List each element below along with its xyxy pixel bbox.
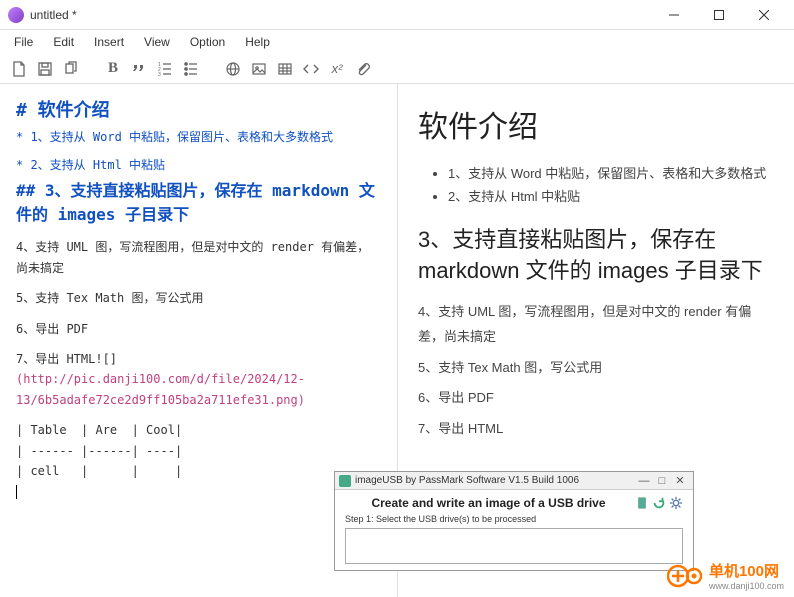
toolbar: B 123 x² — [0, 54, 794, 84]
math-icon[interactable]: x² — [326, 58, 348, 80]
preview-paragraph: 5、支持 Tex Math 图，写公式用 — [418, 356, 774, 381]
overlay-drive-list[interactable] — [345, 528, 683, 564]
overlay-step-text: Step 1: Select the USB drive(s) to be pr… — [345, 514, 683, 524]
copy-icon[interactable] — [60, 58, 82, 80]
editor-table: | Table | Are | Cool| | ------ |------| … — [16, 420, 381, 481]
editor-bullet-1: * 1、支持从 Word 中粘贴，保留图片、表格和大多数格式 — [16, 127, 381, 147]
preview-list-item: 2、支持从 Html 中粘贴 — [448, 185, 774, 208]
usb-icon — [635, 496, 649, 510]
unordered-list-icon[interactable] — [180, 58, 202, 80]
watermark-logo-icon — [667, 562, 703, 590]
preview-heading-1: 软件介绍 — [418, 102, 774, 146]
app-icon — [8, 7, 24, 23]
table-icon[interactable] — [274, 58, 296, 80]
preview-list: 1、支持从 Word 中粘贴，保留图片、表格和大多数格式 2、支持从 Html … — [418, 162, 774, 209]
ordered-list-icon[interactable]: 123 — [154, 58, 176, 80]
close-button[interactable] — [741, 1, 786, 29]
attach-icon[interactable] — [352, 58, 374, 80]
overlay-close-icon[interactable]: ✕ — [671, 474, 689, 487]
menu-view[interactable]: View — [134, 33, 180, 51]
overlay-window[interactable]: imageUSB by PassMark Software V1.5 Build… — [334, 471, 694, 571]
window-title: untitled * — [30, 8, 651, 22]
new-file-icon[interactable] — [8, 58, 30, 80]
menu-file[interactable]: File — [4, 33, 43, 51]
quote-icon[interactable] — [128, 58, 150, 80]
menu-bar: File Edit Insert View Option Help — [0, 30, 794, 54]
refresh-icon — [652, 496, 666, 510]
preview-heading-2: 3、支持直接粘贴图片，保存在 markdown 文件的 images 子目录下 — [418, 225, 774, 287]
minimize-button[interactable] — [651, 1, 696, 29]
menu-insert[interactable]: Insert — [84, 33, 134, 51]
editor-bullet-2: * 2、支持从 Html 中粘贴 — [16, 155, 381, 175]
gear-icon — [669, 496, 683, 510]
watermark-brand: 单机100网 — [709, 560, 784, 581]
watermark-url: www.danji100.com — [709, 581, 784, 591]
editor-line-6: 6、导出 PDF — [16, 319, 381, 339]
editor-line-7: 7、导出 HTML![] — [16, 349, 381, 369]
preview-paragraph: 4、支持 UML 图，写流程图用，但是对中文的 render 有偏差，尚未搞定 — [418, 300, 774, 349]
code-icon[interactable] — [300, 58, 322, 80]
overlay-title: imageUSB by PassMark Software V1.5 Build… — [355, 475, 635, 486]
maximize-button[interactable] — [696, 1, 741, 29]
overlay-minimize-icon[interactable]: — — [635, 475, 653, 487]
editor-heading-1: # 软件介绍 — [16, 96, 381, 127]
menu-help[interactable]: Help — [235, 33, 280, 51]
overlay-titlebar[interactable]: imageUSB by PassMark Software V1.5 Build… — [335, 472, 693, 490]
preview-paragraph: 7、导出 HTML — [418, 417, 774, 442]
editor-link: (http://pic.danji100.com/d/file/2024/12-… — [16, 369, 381, 410]
editor-line-4: 4、支持 UML 图，写流程图用，但是对中文的 render 有偏差，尚未搞定 — [16, 237, 381, 278]
menu-option[interactable]: Option — [180, 33, 235, 51]
svg-text:3: 3 — [158, 72, 161, 77]
menu-edit[interactable]: Edit — [43, 33, 84, 51]
preview-paragraph: 6、导出 PDF — [418, 386, 774, 411]
image-icon[interactable] — [248, 58, 270, 80]
overlay-app-icon — [339, 475, 351, 487]
editor-heading-2: ## 3、支持直接粘贴图片，保存在 markdown 文件的 images 子目… — [16, 179, 381, 227]
preview-list-item: 1、支持从 Word 中粘贴，保留图片、表格和大多数格式 — [448, 162, 774, 185]
text-cursor — [16, 485, 17, 499]
watermark: 单机100网 www.danji100.com — [667, 560, 784, 591]
window-titlebar: untitled * — [0, 0, 794, 30]
save-icon[interactable] — [34, 58, 56, 80]
globe-icon[interactable] — [222, 58, 244, 80]
editor-line-5: 5、支持 Tex Math 图，写公式用 — [16, 288, 381, 308]
bold-icon[interactable]: B — [102, 58, 124, 80]
overlay-maximize-icon[interactable]: □ — [653, 475, 671, 487]
overlay-heading: Create and write an image of a USB drive — [345, 496, 632, 510]
